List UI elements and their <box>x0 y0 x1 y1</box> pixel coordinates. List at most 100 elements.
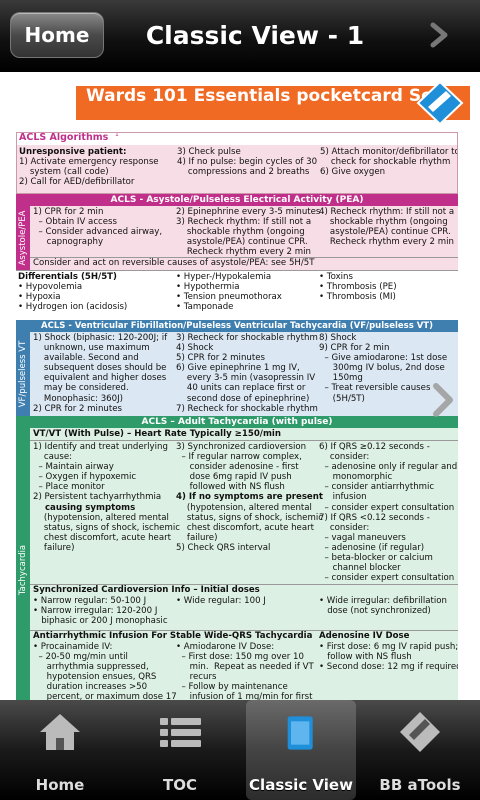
vf-col-1: 1) Shock (biphasic: 120-200J; if unknown… <box>33 333 178 414</box>
text-line: • Second dose: 12 mg if required <box>319 662 458 673</box>
vf-section: ACLS - Ventricular Fibrillation/Pulseles… <box>16 320 458 416</box>
text-line: – Give amiodarone: 1st dose <box>319 353 448 364</box>
text-line: asystole/PEA) continue CPR. <box>176 237 308 248</box>
text-line: • Tension pneumothorax <box>176 292 282 303</box>
asystole-section: ACLS - Asystole/Pulseless Electrical Act… <box>16 194 458 270</box>
text-line: chest discomfort, acute heart <box>176 522 315 533</box>
antiarrhythmic-col-2: • Amiodarone IV Dose: – First dose: 150 … <box>176 642 321 700</box>
text-line: – consider expert consultation <box>319 573 455 584</box>
text-line: • Thrombosis (MI) <box>319 292 396 303</box>
text-line: – Place monitor <box>33 482 105 493</box>
text-line: 300mg IV bolus, 2nd dose <box>319 363 445 374</box>
text-line: – Consider advanced airway, <box>33 227 163 238</box>
text-line: second dose of epinephrine) <box>176 393 310 404</box>
text-line: – Maintain airway <box>33 462 114 473</box>
text-line: 4) If no symptoms are present <box>176 492 323 503</box>
list-icon <box>160 718 201 747</box>
text-line: percent, or maximum dose 17 <box>33 692 177 700</box>
cardioversion-col-1: • Narrow regular: 50-100 J • Narrow irreg… <box>33 596 178 626</box>
text-line: available. Second and <box>33 353 139 364</box>
text-line: – Oxygen if hypoxemic <box>33 472 137 483</box>
text-line: – 20-50 mg/min until <box>33 652 128 663</box>
text-line: 4) Shock <box>176 343 214 354</box>
text-line: • Procainamide IV: <box>33 642 113 652</box>
asystole-col-3: 4) Recheck rhythm: If still not a shocka… <box>319 207 458 247</box>
text-line: 4) Recheck rhythm: If still not a <box>319 207 455 217</box>
text-line: causing symptoms <box>33 502 136 513</box>
vf-col-2: 3) Recheck for shockable rhythm 4) Shock 5… <box>176 333 321 414</box>
text-line: (hypotension, altered mental <box>33 512 169 523</box>
acls-pocketcard: ACLS Algorithms 1 Unresponsive patient: 1… <box>16 132 458 700</box>
text-line: subsequent doses should be <box>33 363 167 374</box>
text-line: 1) Identify and treat underlying <box>33 442 168 452</box>
banner-title: Wards 101 Essentials pocketcard Set <box>86 86 441 106</box>
adenosine-col: • First dose: 6 mg IV rapid push; follow… <box>319 642 458 672</box>
text-line: chest discomfort, acute heart <box>33 532 172 543</box>
text-line: 8) Shock <box>319 333 357 343</box>
text-line: consider: <box>319 522 370 533</box>
text-line: infusion of 1 mg/min for first <box>176 692 313 700</box>
unresponsive-section: ACLS Algorithms 1 Unresponsive patient: 1… <box>16 132 458 194</box>
text-line: • Hydrogen ion (acidosis) <box>18 302 128 313</box>
card-title-superscript: 1 <box>115 132 119 138</box>
tab-home[interactable]: Home <box>0 700 120 800</box>
text-line: hypotension ensues, QRS <box>33 672 157 683</box>
text-line: 5) Attach monitor/defibrillator to <box>320 147 458 157</box>
unresponsive-col-1: Unresponsive patient: 1) Activate emergen… <box>19 147 169 187</box>
next-page-arrow-icon[interactable] <box>426 22 452 48</box>
text-line: 5) Check QRS interval <box>176 542 271 553</box>
text-line: 7) If QRS <0.12 seconds - <box>319 512 430 523</box>
tachycardia-side-label: Tachycardia <box>16 428 30 700</box>
text-line: 6) If QRS ≥0.12 seconds - <box>319 442 430 452</box>
text-line: unknown, use maximum <box>33 343 150 354</box>
text-line: infusion <box>319 492 367 503</box>
tachycardia-col-3: 6) If QRS ≥0.12 seconds - consider: – ad… <box>319 442 458 583</box>
text-line: asystole/PEA) continue CPR. <box>319 227 451 238</box>
document-icon <box>287 716 313 750</box>
text-line: channel blocker <box>319 563 401 574</box>
text-line: 3) Synchronized cardioversion <box>176 442 307 452</box>
text-line: • Thrombosis (PE) <box>319 282 397 293</box>
text-line: system (call code) <box>19 167 109 178</box>
antiarrhythmic-col-1: • Procainamide IV: – 20-50 mg/min until … <box>33 642 178 700</box>
text-line: compressions and 2 breaths <box>177 167 310 178</box>
text-line: duration increases >50 <box>33 682 148 693</box>
text-line: • First dose: 6 mg IV rapid push; <box>319 642 458 652</box>
text-line: check for shockable rhythm <box>320 157 451 168</box>
text-line: dose 6mg rapid IV push <box>176 472 292 483</box>
tachycardia-subheader: VT/VT (With Pulse) – Heart Rate Typicall… <box>33 429 281 439</box>
asystole-col-2: 2) Epinephrine every 3-5 minutes 3) Reche… <box>176 207 324 257</box>
unresponsive-col-2: 3) Check pulse 4) If no pulse: begin cycl… <box>177 147 322 177</box>
text-line: 40 units can replace first or <box>176 383 306 394</box>
tachycardia-col-1: 1) Identify and treat underlying cause: … <box>33 442 180 553</box>
tools-icon <box>400 712 440 752</box>
text-line: • Wide regular: 100 J <box>176 596 266 606</box>
next-page-overlay-arrow-icon[interactable] <box>428 382 458 418</box>
text-line: – consider expert consultation <box>319 502 455 513</box>
content-area[interactable]: Wards 101 Essentials pocketcard Set ACLS… <box>0 72 480 700</box>
tab-bb-atools[interactable]: BB aTools <box>360 700 480 800</box>
text-line: – First dose: 150 mg over 10 <box>176 652 304 663</box>
tab-classic-view[interactable]: Classic View <box>246 700 356 800</box>
vf-side-label: VF/pulseless VT <box>16 332 30 416</box>
tab-toc[interactable]: TOC <box>120 700 240 800</box>
text-line: 1) CPR for 2 min <box>33 207 104 217</box>
home-icon <box>40 714 80 750</box>
text-line: 7) Recheck for shockable rhythm <box>176 403 318 414</box>
text-line: 3) Recheck for shockable rhythm <box>176 333 318 343</box>
text-line: – If regular narrow complex, <box>176 452 302 463</box>
text-line: 6) Give epinephrine 1 mg IV, <box>176 363 300 374</box>
tab-toc-label: TOC <box>163 776 197 794</box>
tab-bb-atools-label: BB aTools <box>379 776 461 794</box>
text-line: recurs <box>176 672 217 683</box>
text-line: • Toxins <box>319 272 353 282</box>
text-line: • Hypothermia <box>176 282 240 293</box>
text-line: – Obtain IV access <box>33 217 118 228</box>
home-button[interactable]: Home <box>10 12 104 58</box>
text-line: capnography <box>33 237 104 248</box>
text-line: followed with NS flush <box>176 482 285 493</box>
text-line: failure) <box>33 542 75 553</box>
text-line: 1) Activate emergency response <box>19 157 159 168</box>
text-line: Recheck rhythm every 2 min <box>176 247 311 258</box>
unresponsive-col-3: 5) Attach monitor/defibrillator to check… <box>320 147 458 177</box>
